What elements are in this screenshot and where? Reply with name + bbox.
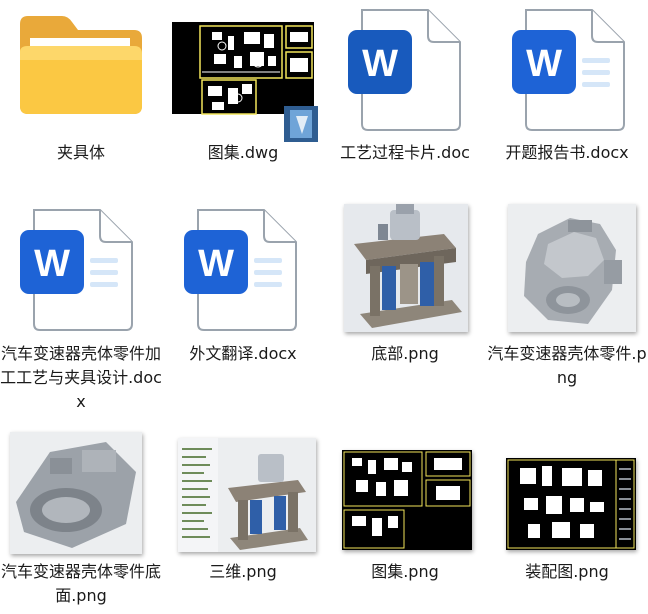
- file-label: 汽车变速器壳体零件底面.png: [0, 562, 161, 605]
- file-label: 图集.png: [371, 562, 439, 581]
- file-label: 汽车变速器壳体零件加工工艺与夹具设计.docx: [0, 344, 162, 411]
- file-label: 底部.png: [371, 344, 439, 363]
- image-thumbnail-icon: [342, 450, 472, 550]
- word-doc-icon: W: [348, 6, 464, 132]
- file-label: 三维.png: [209, 562, 277, 581]
- image-thumbnail-icon: [506, 458, 636, 550]
- file-label: 汽车变速器壳体零件.png: [487, 344, 647, 387]
- file-label: 外文翻译.docx: [189, 344, 297, 363]
- svg-text:W: W: [34, 243, 70, 285]
- image-thumbnail-icon: [508, 204, 636, 332]
- file-label: 开题报告书.docx: [505, 143, 629, 162]
- dwg-file-icon: [172, 22, 318, 142]
- image-thumbnail-icon: [344, 204, 468, 332]
- image-thumbnail-icon: [10, 432, 142, 554]
- word-docx-icon: W: [20, 206, 136, 332]
- word-docx-icon: W: [184, 206, 300, 332]
- folder-icon: [16, 14, 144, 116]
- svg-text:W: W: [526, 43, 562, 85]
- svg-text:W: W: [362, 43, 398, 85]
- file-label: 装配图.png: [525, 562, 609, 581]
- image-thumbnail-icon: [178, 438, 316, 552]
- file-label: 工艺过程卡片.doc: [340, 143, 470, 162]
- file-label: 夹具体: [56, 143, 105, 162]
- word-docx-icon: W: [512, 6, 628, 132]
- svg-text:W: W: [198, 243, 234, 285]
- file-label: 图集.dwg: [207, 143, 279, 162]
